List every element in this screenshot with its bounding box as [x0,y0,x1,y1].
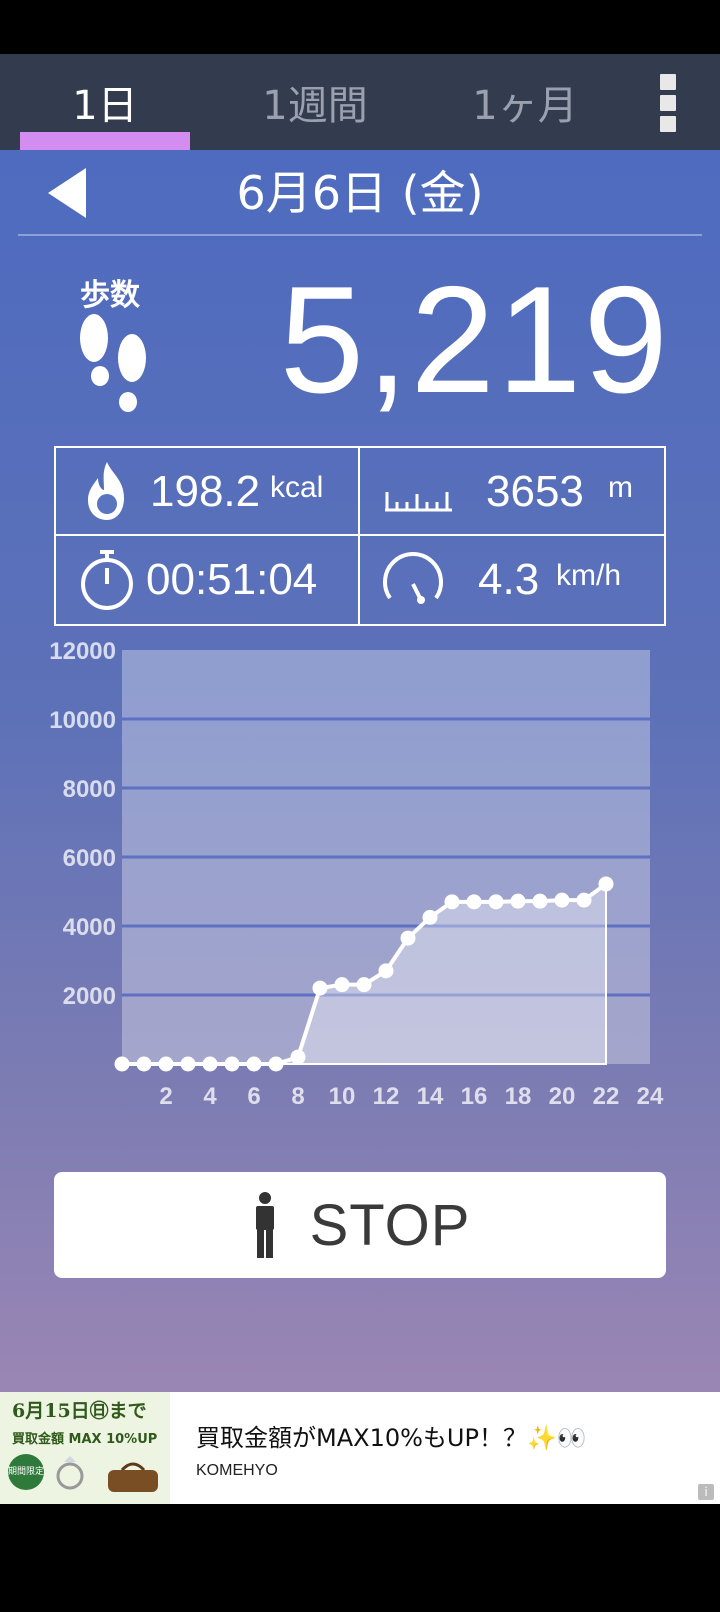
stopwatch-icon [81,550,133,610]
chart-point [268,1056,284,1072]
chart-point [444,894,460,910]
speed-cell: 4.3 km/h [360,536,664,624]
ad-image[interactable]: 6月15日㊐まで 買取金額 MAX 10%UP 期間限定 [0,1392,170,1504]
chart-point [334,977,350,993]
chart-point [202,1056,218,1072]
chart-x-tick-label: 2 [159,1083,172,1110]
ad-image-title: 6月15日㊐まで [12,1400,147,1422]
speed-value: 4.3 [478,555,540,604]
overflow-menu-icon[interactable] [660,72,690,134]
ad-headline[interactable]: 買取金額がMAX10%もUP！？✨👀 [196,1418,587,1453]
chart-y-tick-label: 2000 [63,983,116,1010]
handbag-icon [108,1462,158,1492]
tab-bar: 1日 1週間 1ヶ月 [0,54,720,150]
steps-chart: 120001000080006000400020002 4 6 8 10 12 14 16 18… [49,640,664,1110]
chart-x-tick-label: 10 [329,1083,356,1110]
chart-x-tick-label: 12 [373,1083,400,1110]
chart-point [466,894,482,910]
ring-icon [56,1456,84,1490]
chart-point [598,876,614,892]
tab-month[interactable]: 1ヶ月 [440,54,610,150]
steps-count: 5,219 [279,255,670,425]
chart-point [378,963,394,979]
chart-x-tick-label: 16 [461,1083,488,1110]
footprints-icon [80,314,146,412]
chart-y-tick-label: 12000 [49,640,116,665]
chart-point [246,1056,262,1072]
tab-week[interactable]: 1週間 [235,54,395,150]
chart-point [510,893,526,909]
stop-label: STOP [309,1192,471,1258]
chart-point [532,893,548,909]
calories-unit: kcal [270,471,324,504]
chart-point [158,1056,174,1072]
chart-point [312,980,328,996]
duration-value: 00:51:04 [146,555,318,604]
duration-cell: 00:51:04 [56,536,360,624]
chart-x-tick-label: 24 [637,1083,664,1110]
status-bar [0,0,720,54]
flame-icon [88,462,124,520]
chart-point [224,1056,240,1072]
date-header: 6月6日 (金) [18,150,702,236]
main-panel: 6月6日 (金) 歩数 5,219 198.2 kcal 3653 m 00:5… [0,150,720,1392]
speed-unit: km/h [556,559,622,592]
chart-y-tick-label: 6000 [63,845,116,872]
chart-point [488,894,504,910]
distance-cell: 3653 m [360,448,664,536]
chart-point [576,892,592,908]
system-nav-bar [0,1504,720,1612]
calories-value: 198.2 [150,467,261,516]
walking-person-icon [255,1192,274,1258]
chart-point [136,1056,152,1072]
chart-y-tick-label: 4000 [63,914,116,941]
chart-point [114,1056,130,1072]
stats-grid: 198.2 kcal 3653 m 00:51:04 4.3 km/h [54,446,666,626]
chart-point [356,977,372,993]
chart-point [290,1049,306,1065]
chart-x-tick-label: 14 [417,1083,444,1110]
chart-x-tick-label: 20 [549,1083,576,1110]
ad-image-badge: 期間限定 [8,1454,44,1490]
ad-info-icon[interactable]: i [698,1484,714,1500]
chart-x-tick-label: 6 [247,1083,260,1110]
distance-unit: m [608,471,633,504]
distance-value: 3653 [486,467,584,516]
chart-point [554,892,570,908]
chart-point [422,909,438,925]
chart-x-tick-label: 18 [505,1083,532,1110]
chart-point [180,1056,196,1072]
calories-cell: 198.2 kcal [56,448,360,536]
steps-label: 歩数 [80,278,140,313]
ad-brand: KOMEHYO [196,1462,278,1479]
tab-active-indicator [20,132,190,150]
chart-y-tick-label: 8000 [63,776,116,803]
chart-x-tick-label: 22 [593,1083,620,1110]
chart-x-tick-label: 4 [203,1083,217,1110]
ad-banner[interactable]: 6月15日㊐まで 買取金額 MAX 10%UP 期間限定 買取金額がMAX10%… [0,1392,720,1504]
stop-button[interactable]: STOP [54,1172,666,1278]
speedometer-icon [383,552,443,604]
date-label: 6月6日 (金) [236,166,484,220]
chart-x-tick-label: 8 [291,1083,304,1110]
ad-image-subtitle: 買取金額 MAX 10%UP [12,1432,158,1447]
chart-point [400,930,416,946]
ruler-icon [385,492,452,512]
chart-y-tick-label: 10000 [49,707,116,734]
